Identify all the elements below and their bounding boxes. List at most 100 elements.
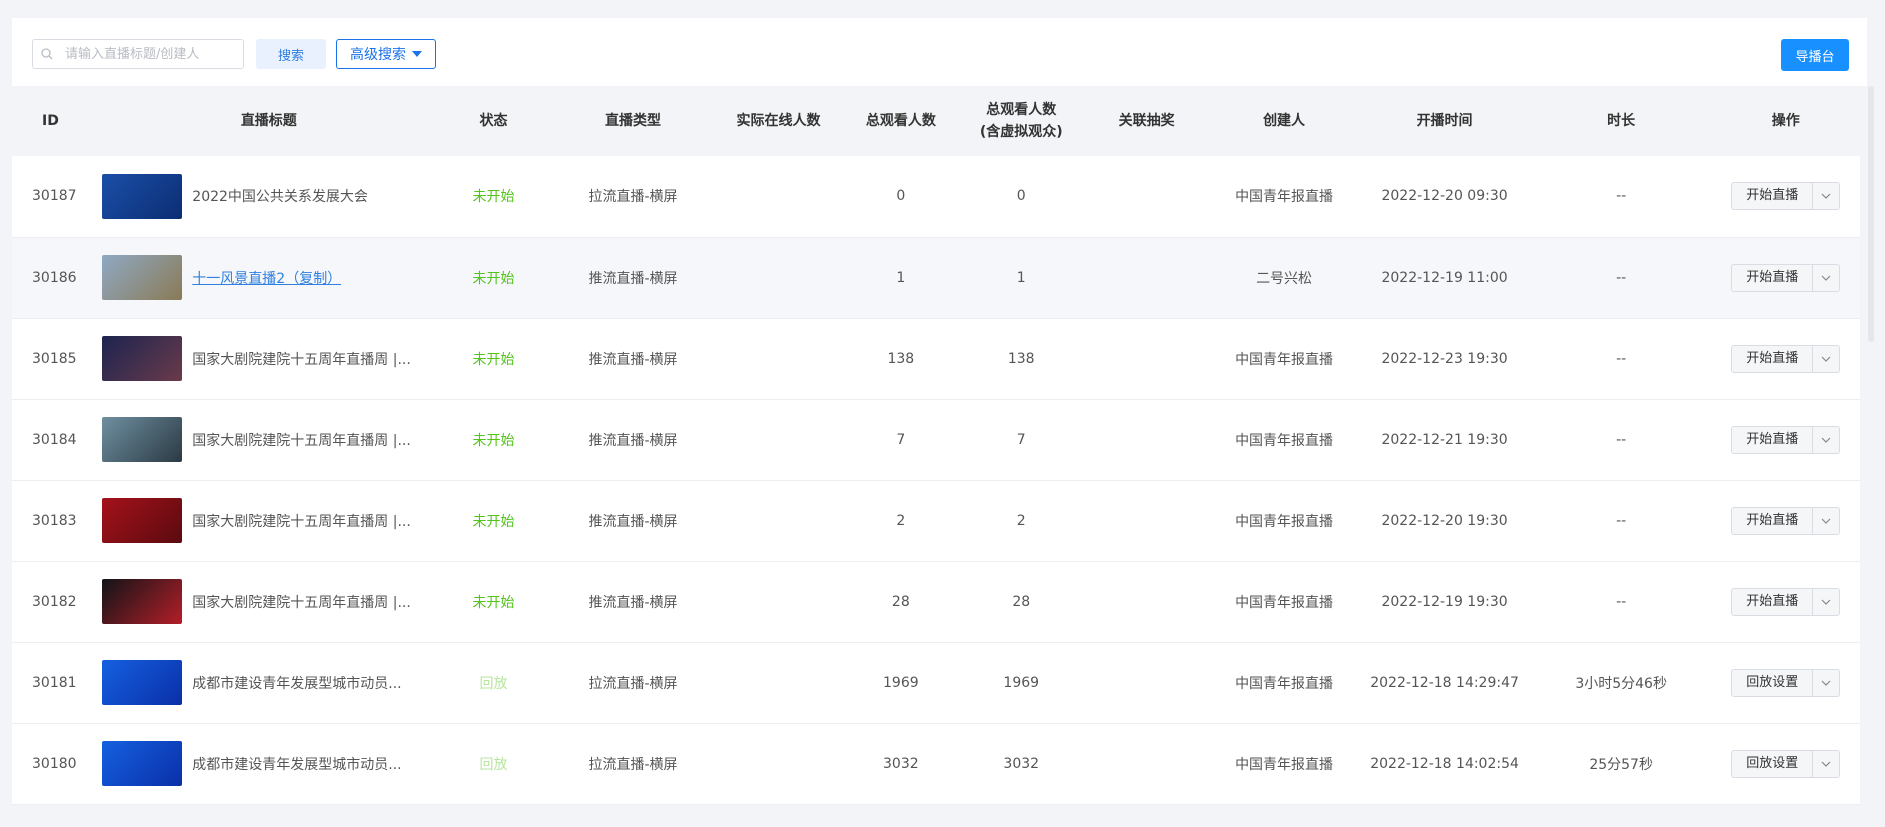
cell-id: 30181 <box>32 674 77 691</box>
chevron-down-icon[interactable] <box>1813 427 1839 453</box>
col-action: 操作 <box>1771 113 1800 129</box>
cell-start-time: 2022-12-19 11:00 <box>1381 269 1508 286</box>
cover-thumbnail[interactable] <box>102 255 183 300</box>
search-input-wrapper[interactable] <box>32 39 244 69</box>
action-button[interactable]: 开始直播 <box>1732 183 1814 210</box>
cell-type: 推流直播-横屏 <box>588 594 678 611</box>
cell-title: 国家大剧院建院十五周年直播周 |... <box>102 480 435 561</box>
advanced-search-button[interactable]: 高级搜索 <box>336 39 436 69</box>
cell-action: 回放设置 <box>1711 723 1860 804</box>
chevron-down-icon[interactable] <box>1813 589 1839 615</box>
cover-thumbnail[interactable] <box>102 741 183 786</box>
action-button[interactable]: 开始直播 <box>1732 588 1814 615</box>
cell-viewers: 28 <box>891 593 910 610</box>
action-split-button: 开始直播 <box>1731 587 1841 616</box>
cell-viewers: 7 <box>896 431 906 448</box>
live-table: ID 直播标题 状态 直播类型 实际在线人数 总观看人数 总观看人数 (含虚拟观… <box>12 86 1860 805</box>
cell-type: 推流直播-横屏 <box>588 513 678 530</box>
action-split-button: 开始直播 <box>1731 263 1841 292</box>
cell-action: 开始直播 <box>1711 156 1860 237</box>
cell-title: 成都市建设青年发展型城市动员... <box>102 642 435 723</box>
cell-id: 30183 <box>32 512 77 529</box>
cell-lottery <box>1083 399 1209 480</box>
cell-viewers-virtual: 3032 <box>1003 755 1040 772</box>
col-online: 实际在线人数 <box>736 113 821 129</box>
search-button[interactable]: 搜索 <box>256 39 326 69</box>
chevron-down-icon[interactable] <box>1813 346 1839 372</box>
cell-id: 30180 <box>32 755 77 772</box>
chevron-down-icon[interactable] <box>1813 508 1839 534</box>
live-title-link[interactable]: 国家大剧院建院十五周年直播周 |... <box>192 511 411 531</box>
cover-thumbnail[interactable] <box>102 417 183 462</box>
col-viewers-virtual: 总观看人数 (含虚拟观众) <box>959 86 1083 156</box>
live-title-link[interactable]: 十一风景直播2（复制） <box>192 268 341 288</box>
status-badge: 未开始 <box>472 189 515 206</box>
action-button[interactable]: 开始直播 <box>1732 426 1814 453</box>
cell-creator: 二号兴松 <box>1256 270 1313 287</box>
vertical-scrollbar[interactable] <box>1868 86 1874 342</box>
cell-duration: -- <box>1616 512 1627 529</box>
cell-duration: 25分57秒 <box>1589 756 1653 773</box>
col-viewers-virtual-line1: 总观看人数 <box>986 102 1057 118</box>
action-button[interactable]: 回放设置 <box>1732 669 1814 696</box>
cell-lottery <box>1083 561 1209 642</box>
cell-action: 回放设置 <box>1711 642 1860 723</box>
cell-lottery <box>1083 642 1209 723</box>
table-row: 30184 国家大剧院建院十五周年直播周 |... 未开始 推流直播-横屏 7 7 中国青年… <box>12 399 1860 480</box>
live-title-link[interactable]: 成都市建设青年发展型城市动员... <box>192 754 401 774</box>
cell-type: 拉流直播-横屏 <box>588 756 678 773</box>
live-title-link[interactable]: 成都市建设青年发展型城市动员... <box>192 673 401 693</box>
cell-title: 国家大剧院建院十五周年直播周 |... <box>102 318 435 399</box>
cover-thumbnail[interactable] <box>102 173 183 219</box>
chevron-down-icon[interactable] <box>1813 751 1839 777</box>
advanced-search-label: 高级搜索 <box>350 47 406 63</box>
action-button[interactable]: 回放设置 <box>1732 750 1814 777</box>
cover-thumbnail[interactable] <box>102 498 183 543</box>
action-button[interactable]: 开始直播 <box>1732 345 1814 372</box>
cell-type: 推流直播-横屏 <box>588 270 678 287</box>
search-input[interactable] <box>63 45 237 63</box>
toolbar: 搜索 高级搜索 导播台 <box>12 18 1867 86</box>
cell-lottery <box>1083 723 1209 804</box>
action-split-button: 开始直播 <box>1731 344 1841 373</box>
table-row: 30185 国家大剧院建院十五周年直播周 |... 未开始 推流直播-横屏 138 138… <box>12 318 1860 399</box>
cell-start-time: 2022-12-20 09:30 <box>1381 188 1508 205</box>
col-viewers: 总观看人数 <box>865 113 936 129</box>
cell-id: 30182 <box>32 593 77 610</box>
action-split-button: 开始直播 <box>1731 425 1841 454</box>
live-title-link[interactable]: 国家大剧院建院十五周年直播周 |... <box>192 592 411 612</box>
cell-duration: -- <box>1616 350 1627 367</box>
col-title: 直播标题 <box>240 113 297 129</box>
cell-creator: 中国青年报直播 <box>1235 675 1334 692</box>
live-title-link[interactable]: 2022中国公共关系发展大会 <box>192 186 368 206</box>
chevron-down-icon[interactable] <box>1813 670 1839 696</box>
cell-online <box>714 480 842 561</box>
director-console-button[interactable]: 导播台 <box>1781 39 1849 71</box>
cell-action: 开始直播 <box>1711 237 1860 318</box>
cell-viewers: 3032 <box>883 755 919 772</box>
status-badge: 未开始 <box>472 270 515 287</box>
cell-online <box>714 318 842 399</box>
cell-lottery <box>1083 156 1209 237</box>
cover-thumbnail[interactable] <box>102 336 183 381</box>
cover-thumbnail[interactable] <box>102 579 183 624</box>
status-badge: 未开始 <box>472 351 515 368</box>
live-title-link[interactable]: 国家大剧院建院十五周年直播周 |... <box>192 349 411 369</box>
cell-start-time: 2022-12-18 14:29:47 <box>1370 674 1519 691</box>
action-button[interactable]: 开始直播 <box>1732 507 1814 534</box>
action-button[interactable]: 开始直播 <box>1732 264 1814 291</box>
cell-action: 开始直播 <box>1711 399 1860 480</box>
chevron-down-icon[interactable] <box>1813 265 1839 291</box>
cell-viewers: 1 <box>896 269 906 286</box>
cover-thumbnail[interactable] <box>102 660 183 705</box>
cell-online <box>714 237 842 318</box>
cell-title: 国家大剧院建院十五周年直播周 |... <box>102 561 435 642</box>
cell-viewers: 1969 <box>883 674 919 691</box>
cell-creator: 中国青年报直播 <box>1235 351 1334 368</box>
live-title-link[interactable]: 国家大剧院建院十五周年直播周 |... <box>192 430 411 450</box>
status-badge: 未开始 <box>472 432 515 449</box>
status-badge: 回放 <box>479 756 508 773</box>
chevron-down-icon[interactable] <box>1813 183 1839 209</box>
cell-id: 30187 <box>32 188 77 205</box>
table-row: 30180 成都市建设青年发展型城市动员... 回放 拉流直播-横屏 3032 3032 中… <box>12 723 1860 804</box>
